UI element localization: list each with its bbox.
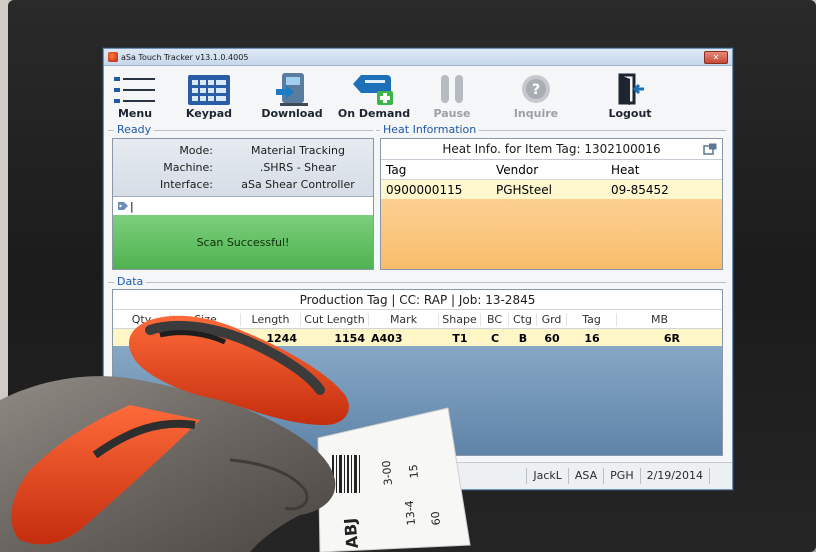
scan-input[interactable]: |: [113, 197, 373, 216]
on-demand-label: On Demand: [337, 107, 411, 120]
heat-title: Heat Info. for Item Tag: 1302100016: [381, 139, 722, 160]
toolbar: Menu Keypad Download On Demand Pause ? I…: [104, 66, 732, 122]
status-company: ASA: [567, 468, 603, 484]
menu-icon: [114, 77, 155, 103]
ready-section-label: Ready: [114, 123, 155, 136]
data-col-mark: Mark: [369, 312, 439, 326]
svg-text:?: ?: [532, 82, 540, 98]
data-col-shape: Shape: [439, 312, 481, 326]
menu-button[interactable]: Menu: [104, 66, 166, 122]
window-title: aSa Touch Tracker v13.1.0.4005: [121, 52, 249, 62]
status-date: 2/19/2014: [639, 468, 709, 484]
status-bar: JackL ASA PGH 2/19/2014: [104, 462, 732, 489]
mode-row: Mode: Material Tracking: [113, 142, 373, 159]
data-cell-length: 1244: [266, 331, 297, 345]
close-button[interactable]: ✕: [704, 51, 728, 64]
inquire-label: Inquire: [513, 107, 559, 120]
pause-icon: [441, 75, 463, 103]
machine-key: Machine:: [163, 161, 213, 174]
machine-info: Mode: Material Tracking Machine: .SHRS -…: [113, 139, 373, 197]
data-col-grd: Grd: [537, 312, 567, 326]
heat-col-heat: Heat: [611, 162, 640, 177]
resize-grip-icon[interactable]: [709, 468, 732, 484]
data-cell-mb: 6R: [663, 331, 680, 345]
machine-value: .SHRS - Shear: [259, 161, 337, 174]
logout-label: Logout: [608, 107, 652, 120]
popout-icon[interactable]: [703, 143, 717, 155]
data-divider: [108, 282, 726, 283]
heat-section-label: Heat Information: [380, 123, 480, 136]
data-col-qty: Qty: [113, 312, 171, 326]
interface-row: Interface: aSa Shear Controller: [113, 176, 373, 193]
data-col-ctg: Ctg: [509, 312, 537, 326]
download-icon: [276, 73, 308, 106]
menu-label: Menu: [117, 107, 153, 120]
ready-panel: Mode: Material Tracking Machine: .SHRS -…: [112, 138, 374, 270]
heat-cell-heat: 09-85452: [611, 182, 669, 197]
scan-input-value: |: [130, 199, 134, 213]
title-bar: aSa Touch Tracker v13.1.0.4005 ✕: [104, 49, 732, 66]
data-cell-bc: C: [490, 331, 500, 345]
data-cell-ctg: B: [518, 331, 528, 345]
keypad-label: Keypad: [185, 107, 233, 120]
data-empty-area: [113, 346, 722, 455]
data-title: Production Tag | CC: RAP | Job: 13-2845: [113, 290, 722, 310]
on-demand-button[interactable]: On Demand: [332, 66, 416, 122]
data-col-size: Size: [171, 312, 241, 326]
data-section-label: Data: [114, 275, 147, 288]
download-label: Download: [261, 107, 323, 120]
keypad-button[interactable]: Keypad: [166, 66, 252, 122]
heat-cell-vendor: PGHSteel: [496, 182, 552, 197]
data-col-tag: Tag: [567, 312, 617, 326]
data-cell-grd: 60: [544, 331, 560, 345]
app-logo-icon: [108, 52, 118, 62]
data-cell-tag: 16: [584, 331, 600, 345]
machine-row: Machine: .SHRS - Shear: [113, 159, 373, 176]
mode-key: Mode:: [179, 144, 213, 157]
data-panel: Production Tag | CC: RAP | Job: 13-2845 …: [112, 289, 723, 456]
heat-panel: Heat Info. for Item Tag: 1302100016 Tag …: [380, 138, 723, 270]
pause-label: Pause: [433, 107, 471, 120]
data-cell-shape: T1: [452, 331, 468, 345]
status-location: PGH: [603, 468, 639, 484]
heat-cell-tag: 0900000115: [386, 182, 463, 197]
data-cell-mark: A403: [371, 331, 403, 345]
status-user: JackL: [526, 468, 568, 484]
heat-col-vendor: Vendor: [496, 162, 539, 177]
interface-key: Interface:: [160, 178, 213, 191]
keypad-icon: [188, 75, 230, 105]
interface-value: aSa Shear Controller: [241, 178, 355, 191]
data-col-mb: MB: [650, 312, 669, 326]
inquire-button[interactable]: ? Inquire: [488, 66, 584, 122]
mode-value: Material Tracking: [251, 144, 345, 157]
data-table-row[interactable]: 1244 1154 A403 T1 C B 60 16 6R: [113, 329, 722, 347]
logout-icon: [618, 73, 644, 105]
scan-status: Scan Successful!: [113, 215, 373, 269]
data-col-bc: BC: [481, 312, 509, 326]
logout-button[interactable]: Logout: [584, 66, 676, 122]
heat-title-text: Heat Info. for Item Tag: 1302100016: [442, 142, 661, 156]
heat-table-row[interactable]: 0900000115 PGHSteel 09-85452: [381, 180, 722, 199]
on-demand-icon: [353, 75, 393, 105]
heat-col-tag: Tag: [386, 162, 407, 177]
app-window: aSa Touch Tracker v13.1.0.4005 ✕ Menu Ke…: [103, 48, 733, 490]
data-table-header: Qty Size Length Cut Length Mark Shape BC…: [113, 310, 722, 329]
download-button[interactable]: Download: [252, 66, 332, 122]
data-col-cut-length: Cut Length: [301, 312, 369, 326]
heat-table-header: Tag Vendor Heat: [381, 160, 722, 180]
wall-edge: [0, 0, 8, 552]
tag-icon: [118, 202, 128, 210]
inquire-icon: ?: [522, 75, 550, 103]
data-col-length: Length: [241, 312, 301, 326]
pause-button[interactable]: Pause: [416, 66, 488, 122]
data-cell-cut-length: 1154: [334, 331, 365, 345]
